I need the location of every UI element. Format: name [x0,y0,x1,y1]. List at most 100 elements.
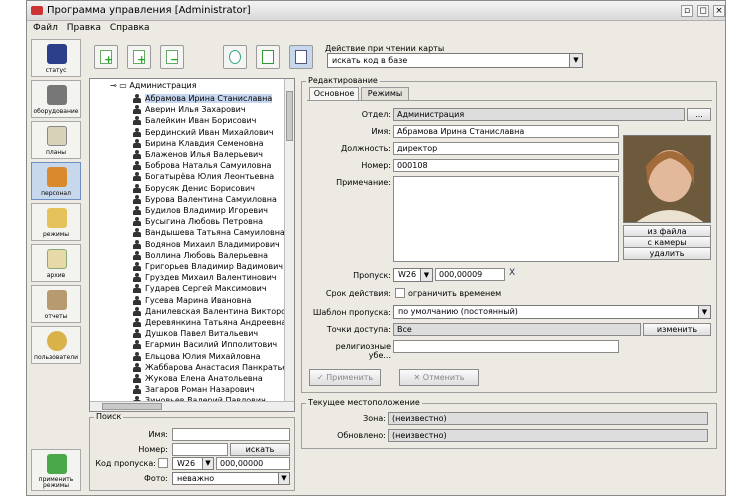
nav-personnel[interactable]: персонал [31,162,81,200]
tree-person-item[interactable]: Груздев Михаил Валентинович [133,272,277,283]
minimize-icon[interactable]: ▫ [681,5,693,17]
search-pass-prefix-select[interactable]: W26 ▼ [172,457,214,470]
apply-modes-button[interactable]: применить режимы [31,449,81,491]
tree-person-item[interactable]: Боброва Наталья Самуиловна [133,160,271,171]
excel-icon [262,50,274,64]
updated-field: (неизвестно) [388,429,708,442]
remove-button[interactable]: − [160,45,184,69]
number-input[interactable]: 000108 [393,159,619,172]
tree-vertical-scrollbar[interactable] [284,79,294,411]
menu-edit[interactable]: Правка [67,23,101,33]
tree-person-item[interactable]: Жукова Елена Анатольевна [133,373,263,384]
app-icon [31,6,43,15]
nav-modes[interactable]: режимы [31,203,81,241]
tree-person-item[interactable]: Воллина Любовь Валерьевна [133,250,268,261]
tree-person-item[interactable]: Бердинский Иван Михайлович [133,127,274,138]
chevron-down-icon: ▼ [698,306,710,318]
menu-help[interactable]: Справка [110,23,150,33]
photo-delete-button[interactable]: удалить [623,247,711,260]
tree-person-item[interactable]: Абрамова Ирина Станиславна [133,93,273,104]
window-title: Программа управления [Administrator] [47,5,251,16]
person-photo [623,135,711,223]
apply-button[interactable]: ✓ Применить [309,369,381,386]
tree-person-item[interactable]: Данилевская Валентина Викторовна [133,306,294,317]
person-icon [133,172,141,182]
nav-hardware[interactable]: оборудование [31,80,81,118]
tree-person-item[interactable]: Блаженов Илья Валерьевич [133,149,263,160]
tree-person-item[interactable]: Бусыгина Любовь Петровна [133,216,263,227]
position-input[interactable]: директор [393,142,619,155]
add-person-button[interactable]: + [94,45,118,69]
tree-person-item[interactable]: Гусева Марина Ивановна [133,295,251,306]
zone-field: (неизвестно) [388,412,708,425]
tree-root[interactable]: ⊸ ▭ Администрация [110,81,197,90]
tree-person-item[interactable]: Гударев Сергей Максимович [133,283,267,294]
add-group-button[interactable]: + [127,45,151,69]
tree-horizontal-scrollbar[interactable] [90,401,294,411]
person-icon [133,329,141,339]
clear-pass-icon[interactable]: X [509,268,515,278]
person-icon [133,273,141,283]
maximize-icon[interactable]: ◻ [697,5,709,17]
export-button[interactable] [256,45,280,69]
key-icon [47,331,67,351]
tree-person-item[interactable]: Водянов Михаил Владимирович [133,239,280,250]
tree-person-item[interactable]: Егармин Василий Ипполитович [133,339,277,350]
tree-person-item[interactable]: Будилов Владимир Игоревич [133,205,268,216]
search-name-input[interactable] [172,428,290,441]
search-pass-code-input[interactable]: 000,00000 [216,457,290,470]
tab-main[interactable]: Основное [309,87,359,100]
tree-person-item[interactable]: Жаббарова Анастасия Панкратьевна [133,362,294,373]
tree-person-item[interactable]: Загаров Роман Назарович [133,384,254,395]
pass-template-select[interactable]: по умолчанию (постоянный) ▼ [393,305,711,319]
close-icon[interactable]: × [713,5,725,17]
person-icon [133,127,141,137]
search-photo-select[interactable]: неважно ▼ [172,472,290,485]
search-number-input[interactable] [172,443,228,456]
change-access-button[interactable]: изменить [643,323,711,336]
person-icon [133,194,141,204]
tab-modes[interactable]: Режимы [361,87,409,100]
person-icon [133,183,141,193]
menu-bar: Файл Правка Справка [27,21,725,37]
validity-checkbox[interactable] [395,288,405,298]
note-textarea[interactable] [393,176,619,262]
department-field: Администрация [393,108,685,121]
tree-person-item[interactable]: Душков Павел Витальевич [133,328,258,339]
tree-person-item[interactable]: Богатырёва Юлия Леонтьевна [133,171,274,182]
tree-person-item[interactable]: Григорьев Владимир Вадимович [133,261,283,272]
search-pass-checkbox[interactable] [158,458,168,468]
tree-person-item[interactable]: Балейкин Иван Борисович [133,115,256,126]
tree-person-item[interactable]: Бурова Валентина Самуиловна [133,194,277,205]
tree-person-item[interactable]: Борусяк Денис Борисович [133,183,255,194]
download-arrow-icon [47,454,67,474]
person-icon [133,206,141,215]
refresh-button[interactable] [223,45,247,69]
religion-input[interactable] [393,340,619,353]
nav-status[interactable]: статус [31,39,81,77]
card-action-select[interactable]: искать код в базе ▼ [327,53,583,68]
search-button[interactable]: искать [230,443,290,456]
tree-person-item[interactable]: Деревянкина Татьяна Андреевна [133,317,286,328]
person-icon [133,340,141,350]
personnel-tree: ⊸ ▭ Администрация Абрамова Ирина Станисл… [89,78,295,412]
tree-person-item[interactable]: Ельцова Юлия Михайловна [133,351,260,362]
report-icon [47,290,67,310]
cancel-button[interactable]: ✕ Отменить [399,369,479,386]
nav-archive[interactable]: архив [31,244,81,282]
search-panel: Поиск Имя: Номер: искать Код пропуска: W… [89,412,295,491]
person-icon [133,161,141,171]
department-browse-button[interactable]: ... [687,108,711,121]
person-icon [133,105,141,115]
menu-file[interactable]: Файл [33,23,58,33]
pass-prefix-select[interactable]: W26 ▼ [393,268,433,282]
read-card-button[interactable] [289,45,313,69]
nav-reports[interactable]: отчеты [31,285,81,323]
pass-code-input[interactable]: 000,00009 [435,268,505,281]
tree-person-item[interactable]: Бирина Клавдия Семеновна [133,138,264,149]
tree-person-item[interactable]: Вандышева Татьяна Самуиловна [133,227,285,238]
nav-users[interactable]: пользователи [31,326,81,364]
name-input[interactable]: Абрамова Ирина Станиславна [393,125,619,138]
nav-plans[interactable]: планы [31,121,81,159]
tree-person-item[interactable]: Аверин Илья Захарович [133,104,246,115]
